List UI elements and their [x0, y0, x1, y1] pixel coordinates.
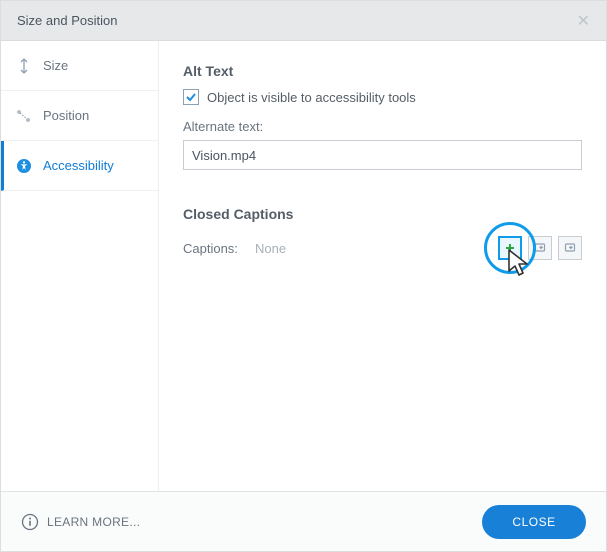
add-caption-button[interactable] — [498, 236, 522, 260]
import-icon — [534, 242, 546, 254]
visible-checkbox-label: Object is visible to accessibility tools — [207, 90, 416, 105]
content-panel: Alt Text Object is visible to accessibil… — [159, 41, 606, 491]
dialog-title: Size and Position — [17, 13, 117, 28]
sidebar: Size Position Accessibility — [1, 41, 159, 491]
tab-accessibility[interactable]: Accessibility — [1, 141, 158, 191]
caption-buttons — [498, 236, 582, 260]
visible-checkbox-row: Object is visible to accessibility tools — [183, 89, 582, 105]
tab-position-label: Position — [43, 108, 89, 123]
closed-captions-heading: Closed Captions — [183, 206, 582, 222]
titlebar: Size and Position ✕ — [1, 1, 606, 41]
alt-text-heading: Alt Text — [183, 63, 582, 79]
tab-accessibility-label: Accessibility — [43, 158, 114, 173]
size-position-dialog: Size and Position ✕ Size Position Acc — [0, 0, 607, 552]
dialog-body: Size Position Accessibility Alt Text — [1, 41, 606, 491]
footer: LEARN MORE... CLOSE — [1, 491, 606, 551]
alt-text-input[interactable] — [183, 140, 582, 170]
captions-row: Captions: None — [183, 236, 582, 260]
tab-size-label: Size — [43, 58, 68, 73]
tab-size[interactable]: Size — [1, 41, 158, 91]
info-icon — [21, 513, 39, 531]
learn-more-link[interactable]: LEARN MORE... — [21, 513, 140, 531]
tab-position[interactable]: Position — [1, 91, 158, 141]
check-icon — [185, 91, 197, 103]
visible-checkbox[interactable] — [183, 89, 199, 105]
learn-more-label: LEARN MORE... — [47, 515, 140, 529]
captions-label: Captions: — [183, 241, 255, 256]
close-button[interactable]: CLOSE — [482, 505, 586, 539]
import-caption-button[interactable] — [528, 236, 552, 260]
position-icon — [15, 109, 33, 123]
captions-value: None — [255, 241, 286, 256]
alt-text-label: Alternate text: — [183, 119, 582, 134]
export-icon — [564, 242, 576, 254]
size-icon — [15, 58, 33, 74]
close-icon[interactable]: ✕ — [577, 11, 590, 31]
export-caption-button[interactable] — [558, 236, 582, 260]
plus-icon — [504, 242, 516, 254]
accessibility-icon — [15, 158, 33, 174]
